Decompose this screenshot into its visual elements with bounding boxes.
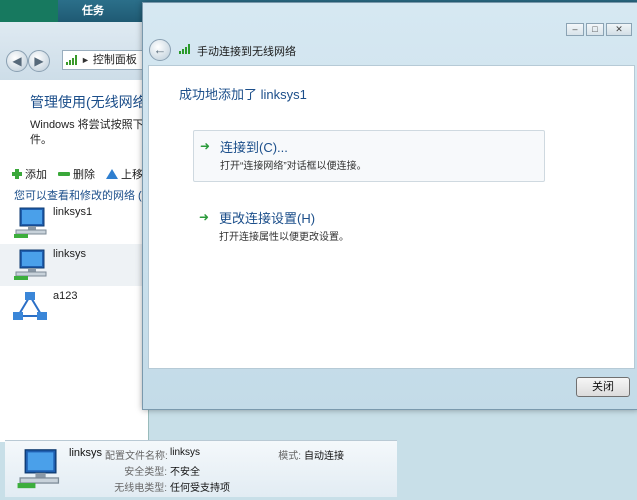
network-list-header: 您可以查看和修改的网络 (3) bbox=[14, 190, 152, 202]
option-title: 更改连接设置(H) bbox=[219, 211, 316, 226]
page-description: Windows 将尝试按照下面 件。 bbox=[30, 118, 146, 148]
move-up-button[interactable]: 上移 bbox=[106, 166, 143, 182]
mode-label: 模式: bbox=[278, 451, 301, 462]
profile-name-value: linksys bbox=[170, 447, 201, 458]
green-arrow-icon: ➜ bbox=[199, 210, 210, 224]
page-title: 管理使用(无线网络 bbox=[30, 94, 147, 110]
remove-button[interactable]: 删除 bbox=[58, 166, 95, 182]
change-settings-option[interactable]: ➜ 更改连接设置(H) 打开连接属性以便更改设置。 bbox=[193, 202, 543, 252]
network-details-pane: linksys 配置文件名称: linksys 模式: 自动连接 安全类型: 不… bbox=[5, 440, 397, 497]
success-message: 成功地添加了 linksys1 bbox=[179, 87, 307, 102]
network-toolbar: 添加 删除 上移 bbox=[0, 162, 148, 184]
network-list-item[interactable]: linksys1 bbox=[0, 202, 148, 244]
address-bar[interactable]: ► 控制面板 bbox=[62, 50, 149, 70]
dialog-body: 成功地添加了 linksys1 ➜ 连接到(C)... 打开“连接网络”对话框以… bbox=[148, 65, 635, 369]
remove-label: 删除 bbox=[73, 169, 95, 181]
maximize-icon[interactable]: □ bbox=[586, 23, 604, 36]
back-arrow-icon: ◀ bbox=[12, 54, 22, 68]
window-chrome: ◀ ▶ ► 控制面板 bbox=[0, 22, 149, 80]
taskbar-left-block bbox=[0, 0, 58, 22]
radio-type-value: 任何受支持项 bbox=[170, 483, 230, 494]
back-arrow-icon: ← bbox=[153, 42, 167, 57]
add-label: 添加 bbox=[25, 169, 47, 181]
back-button[interactable]: ◀ bbox=[6, 50, 28, 72]
dialog-window-controls: – □ ✕ bbox=[564, 21, 632, 36]
manual-connect-dialog: – □ ✕ ← 手动连接到无线网络 成功地添加了 linksys1 ➜ 连接到(C)… bbox=[142, 2, 637, 410]
network-name: linksys1 bbox=[53, 206, 93, 218]
wireless-computer-icon bbox=[17, 449, 60, 489]
close-button[interactable]: 关闭 bbox=[576, 377, 630, 397]
network-signal-icon bbox=[66, 55, 78, 66]
adhoc-network-icon bbox=[13, 292, 47, 320]
breadcrumb-separator-icon: ► bbox=[81, 55, 90, 65]
radio-type-label: 无线电类型: bbox=[114, 483, 167, 494]
mode-value: 自动连接 bbox=[304, 451, 344, 462]
option-description: 打开“连接网络”对话框以便连接。 bbox=[220, 161, 367, 172]
move-up-icon bbox=[106, 169, 118, 179]
dialog-back-button[interactable]: ← bbox=[149, 39, 171, 61]
description-line-2: 件。 bbox=[30, 134, 52, 146]
wireless-signal-icon bbox=[179, 44, 191, 54]
green-arrow-icon: ➜ bbox=[200, 139, 211, 153]
control-panel-window: ◀ ▶ ► 控制面板 管理使用(无线网络 Windows 将尝试按照下面 件。 添… bbox=[0, 22, 152, 442]
wireless-computer-icon bbox=[14, 249, 47, 280]
taskbar-tab-tasks[interactable]: 任务 bbox=[58, 0, 128, 22]
move-up-label: 上移 bbox=[121, 169, 143, 181]
minimize-icon[interactable]: – bbox=[566, 23, 584, 36]
forward-arrow-icon: ▶ bbox=[34, 54, 44, 68]
option-title: 连接到(C)... bbox=[220, 140, 288, 155]
close-icon[interactable]: ✕ bbox=[606, 23, 632, 36]
network-list-item[interactable]: a123 bbox=[0, 286, 148, 328]
connect-to-option[interactable]: ➜ 连接到(C)... 打开“连接网络”对话框以便连接。 bbox=[193, 130, 545, 182]
security-type-value: 不安全 bbox=[170, 467, 200, 478]
remove-icon bbox=[58, 172, 70, 176]
forward-button[interactable]: ▶ bbox=[28, 50, 50, 72]
add-button[interactable]: 添加 bbox=[12, 166, 47, 182]
dialog-footer: 关闭 bbox=[148, 368, 633, 404]
network-name: linksys bbox=[53, 248, 87, 260]
profile-name-label: 配置文件名称: bbox=[105, 451, 168, 462]
network-list-item[interactable]: linksys bbox=[0, 244, 148, 286]
option-description: 打开连接属性以便更改设置。 bbox=[219, 232, 349, 243]
breadcrumb-control-panel[interactable]: 控制面板 bbox=[93, 54, 137, 66]
security-type-label: 安全类型: bbox=[124, 467, 167, 478]
wireless-computer-icon bbox=[14, 207, 47, 238]
description-line-1: Windows 将尝试按照下面 bbox=[30, 119, 146, 131]
details-network-name: linksys bbox=[69, 447, 103, 459]
add-icon bbox=[12, 169, 22, 179]
network-name: a123 bbox=[53, 290, 78, 302]
dialog-title: 手动连接到无线网络 bbox=[197, 46, 296, 58]
